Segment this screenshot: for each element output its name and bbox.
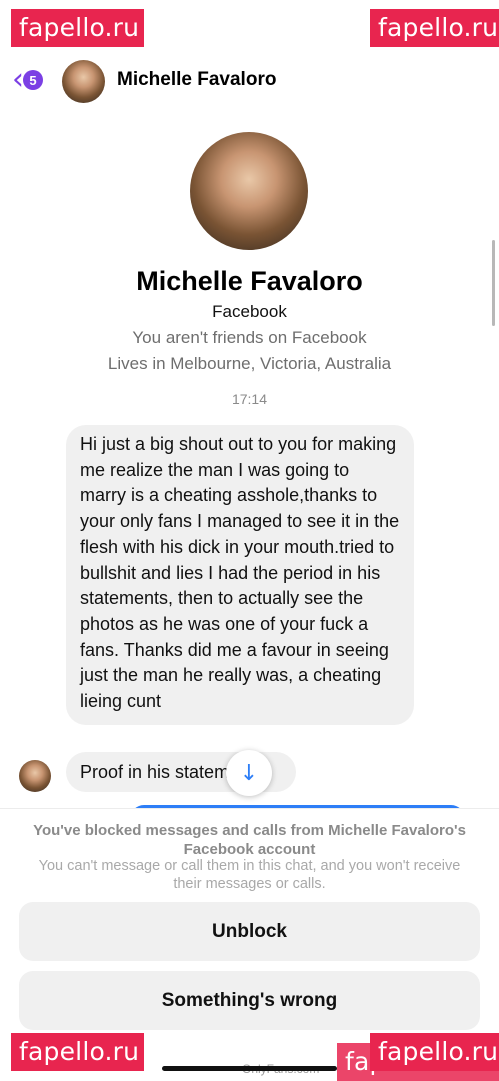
message-timestamp: 17:14 xyxy=(231,391,268,407)
watermark-bottom-right: fapello.ru xyxy=(370,1033,499,1071)
sender-avatar xyxy=(19,760,51,792)
message-bubble[interactable]: Hi just a big shout out to you for makin… xyxy=(66,425,414,725)
profile-source: Facebook xyxy=(212,302,287,321)
scroll-to-bottom-button[interactable]: ↓ xyxy=(226,750,272,796)
blocked-title: You've blocked messages and calls from M… xyxy=(33,822,466,858)
home-indicator[interactable] xyxy=(162,1066,337,1071)
profile-avatar[interactable] xyxy=(190,132,308,250)
something-wrong-button[interactable]: Something's wrong xyxy=(19,971,480,1030)
header-avatar[interactable] xyxy=(62,60,105,103)
scrollbar[interactable] xyxy=(492,240,495,326)
unblock-button[interactable]: Unblock xyxy=(19,902,480,961)
unread-count-badge: 5 xyxy=(23,70,43,90)
watermark-top-left: fapello.ru xyxy=(11,9,144,47)
profile-location: Lives in Melbourne, Victoria, Australia xyxy=(107,354,392,373)
arrow-down-icon: ↓ xyxy=(239,760,259,786)
header-contact-name[interactable]: Michelle Favaloro xyxy=(117,69,276,91)
blocked-subtitle: You can't message or call them in this c… xyxy=(38,858,461,892)
back-button[interactable]: ‹ 5 xyxy=(12,65,56,95)
watermark-bottom-left: fapello.ru xyxy=(11,1033,144,1071)
friend-status: You aren't friends on Facebook xyxy=(132,328,367,347)
watermark-top-right: fapello.ru xyxy=(370,9,499,47)
profile-name: Michelle Favaloro xyxy=(136,266,363,296)
